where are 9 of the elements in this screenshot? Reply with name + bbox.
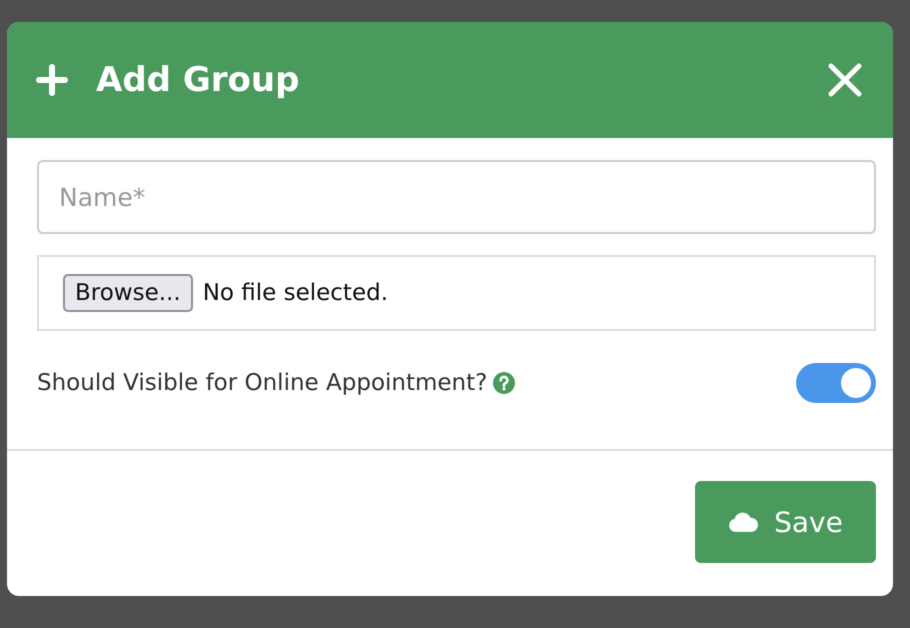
file-status-text: No file selected. (202, 280, 388, 306)
help-icon[interactable] (493, 372, 516, 394)
dialog-title: Add Group (96, 60, 300, 100)
plus-icon (36, 64, 68, 96)
name-input-field[interactable]: Name* (37, 160, 876, 234)
visibility-toggle[interactable] (796, 363, 876, 403)
cloud-icon (728, 512, 758, 532)
browse-button[interactable]: Browse... (63, 274, 193, 312)
visibility-label: Should Visible for Online Appointment? (37, 370, 488, 396)
